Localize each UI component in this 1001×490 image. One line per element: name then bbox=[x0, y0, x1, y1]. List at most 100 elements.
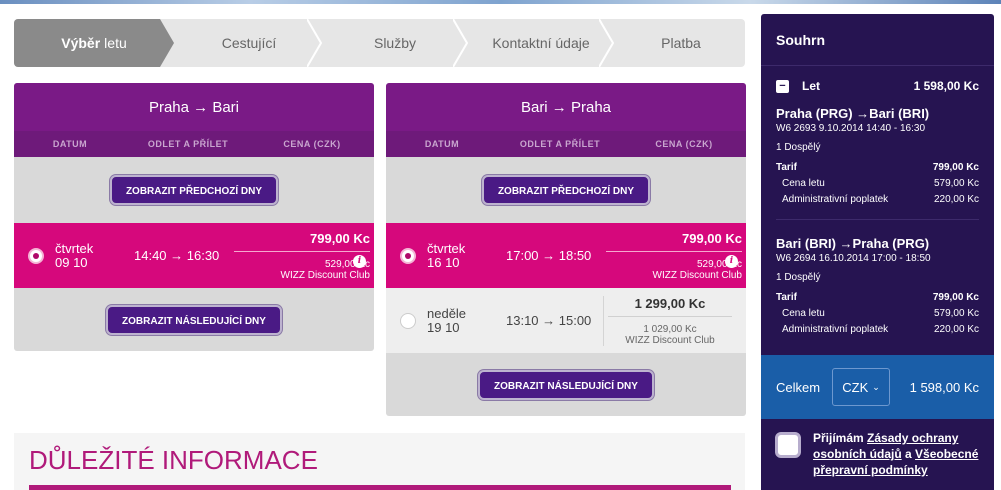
price-divider bbox=[606, 251, 742, 252]
tarif-label: Tarif bbox=[776, 162, 797, 173]
radio-icon[interactable] bbox=[400, 313, 416, 329]
step-label: Kontaktní údaje bbox=[492, 35, 590, 51]
panel-title: Bari → Praha bbox=[386, 83, 746, 131]
flight-times: 14:40 → 16:30 bbox=[134, 248, 220, 263]
step-label: letu bbox=[104, 35, 127, 51]
col-times: ODLET A PŘÍLET bbox=[519, 139, 601, 149]
step-label: Platba bbox=[661, 35, 701, 51]
important-info-section: DŮLEŽITÉ INFORMACE bbox=[14, 433, 745, 490]
club-price: 1 029,00 Kc bbox=[643, 324, 697, 335]
segment-passengers: 1 Dospělý bbox=[776, 272, 821, 283]
total-amount: 1 598,00 Kc bbox=[909, 379, 979, 395]
summary-panel: Souhrn − Let 1 598,00 Kc Praha (PRG) →Ba… bbox=[761, 14, 994, 490]
flight-label: Let bbox=[802, 79, 820, 93]
show-next-days-button[interactable]: ZOBRAZIT NÁSLEDUJÍCÍ DNY bbox=[106, 304, 282, 335]
flight-date: 09 10 bbox=[55, 255, 88, 270]
info-icon[interactable]: i bbox=[725, 255, 738, 268]
checkbox-icon[interactable] bbox=[775, 432, 801, 458]
segment-passengers: 1 Dospělý bbox=[776, 142, 821, 153]
col-price: CENA (CZK) bbox=[283, 139, 341, 149]
tarif-label: Tarif bbox=[776, 292, 797, 303]
summary-segment: Praha (PRG) →Bari (BRI) W6 2693 9.10.201… bbox=[776, 106, 979, 205]
fare-value: 579,00 Kc bbox=[933, 178, 979, 189]
flight-times: 13:10 → 15:00 bbox=[506, 313, 592, 328]
col-price: CENA (CZK) bbox=[655, 139, 713, 149]
fee-value: 220,00 Kc bbox=[933, 194, 979, 205]
show-previous-days-button[interactable]: ZOBRAZIT PŘEDCHOZÍ DNY bbox=[481, 175, 651, 205]
flight-date: 19 10 bbox=[427, 320, 460, 335]
col-date: DATUM bbox=[424, 139, 460, 149]
step-contact[interactable]: Kontaktní údaje bbox=[471, 19, 611, 67]
booking-steps: Výběr letu Cestující Služby Kontaktní úda… bbox=[14, 19, 745, 67]
segment-route: Bari (BRI) →Praha (PRG) bbox=[776, 236, 930, 251]
step-divider bbox=[599, 19, 615, 67]
fare-label: Cena letu bbox=[782, 308, 825, 319]
club-label: WIZZ Discount Club bbox=[625, 335, 715, 346]
segment-route: Praha (PRG) →Bari (BRI) bbox=[776, 106, 930, 121]
summary-title: Souhrn bbox=[761, 14, 994, 66]
flight-day: čtvrtek bbox=[427, 241, 466, 256]
club-price: 529,00 Kc bbox=[324, 259, 370, 270]
flight-day: čtvrtek bbox=[55, 241, 94, 256]
step-services[interactable]: Služby bbox=[325, 19, 465, 67]
segment-meta: W6 2694 16.10.2014 17:00 - 18:50 bbox=[776, 253, 931, 264]
top-decor-strip bbox=[0, 0, 1001, 4]
currency-select[interactable]: CZK ⌄ bbox=[832, 368, 891, 406]
terms-acceptance: Přijímám Zásady ochrany osobních údajů a… bbox=[775, 430, 986, 478]
step-flight-selection[interactable]: Výběr letu bbox=[14, 19, 174, 67]
flight-row[interactable]: čtvrtek 16 10 17:00 → 18:50 799,00 Kc 529… bbox=[386, 223, 746, 288]
flight-price: 799,00 Kc bbox=[310, 231, 370, 246]
price-divider bbox=[608, 316, 732, 317]
column-headers: DATUM ODLET A PŘÍLET CENA (CZK) bbox=[14, 131, 374, 157]
price-divider bbox=[234, 251, 370, 252]
column-headers: DATUM ODLET A PŘÍLET CENA (CZK) bbox=[386, 131, 746, 157]
club-label: WIZZ Discount Club bbox=[280, 270, 370, 281]
step-label: Cestující bbox=[221, 35, 277, 51]
fee-label: Administrativní poplatek bbox=[782, 194, 889, 205]
segment-divider bbox=[776, 219, 979, 220]
step-payment[interactable]: Platba bbox=[617, 19, 745, 67]
club-price: 529,00 Kc bbox=[696, 259, 742, 270]
currency-value: CZK bbox=[842, 379, 869, 395]
outbound-flight-panel: Praha → Bari DATUM ODLET A PŘÍLET CENA (… bbox=[14, 83, 374, 351]
flight-price: 799,00 Kc bbox=[682, 231, 742, 246]
col-times: ODLET A PŘÍLET bbox=[147, 139, 229, 149]
radio-icon[interactable] bbox=[400, 248, 416, 264]
flight-summary-header: − Let 1 598,00 Kc bbox=[776, 76, 979, 96]
show-next-days-button[interactable]: ZOBRAZIT NÁSLEDUJÍCÍ DNY bbox=[478, 369, 654, 400]
flight-row[interactable]: neděle 19 10 13:10 → 15:00 1 299,00 Kc 1 … bbox=[386, 288, 746, 353]
col-date: DATUM bbox=[52, 139, 88, 149]
step-label-bold: Výběr bbox=[61, 35, 101, 51]
show-previous-days-button[interactable]: ZOBRAZIT PŘEDCHOZÍ DNY bbox=[109, 175, 279, 205]
summary-total: Celkem CZK ⌄ 1 598,00 Kc bbox=[761, 355, 994, 419]
panel-title: Praha → Bari bbox=[14, 83, 374, 131]
flight-price: 1 299,00 Kc bbox=[634, 296, 706, 311]
terms-mid: a bbox=[905, 447, 912, 461]
flight-times: 17:00 → 18:50 bbox=[506, 248, 592, 263]
flight-total: 1 598,00 Kc bbox=[913, 79, 979, 93]
terms-text: Přijímám Zásady ochrany osobních údajů a… bbox=[813, 430, 986, 478]
cell-divider bbox=[603, 296, 604, 346]
important-info-title: DŮLEŽITÉ INFORMACE bbox=[29, 445, 318, 475]
club-label: WIZZ Discount Club bbox=[652, 270, 742, 281]
flight-row[interactable]: čtvrtek 09 10 14:40 → 16:30 799,00 Kc 529… bbox=[14, 223, 374, 288]
chevron-down-icon: ⌄ bbox=[872, 381, 880, 392]
radio-icon[interactable] bbox=[28, 248, 44, 264]
flight-day: neděle bbox=[427, 306, 467, 321]
fee-label: Administrativní poplatek bbox=[782, 324, 889, 335]
total-label: Celkem bbox=[776, 379, 821, 395]
info-icon[interactable]: i bbox=[353, 255, 366, 268]
important-info-bar bbox=[29, 485, 731, 490]
step-passengers[interactable]: Cestující bbox=[179, 19, 319, 67]
step-divider bbox=[453, 19, 469, 67]
flight-date: 16 10 bbox=[427, 255, 460, 270]
fare-label: Cena letu bbox=[782, 178, 825, 189]
fare-value: 579,00 Kc bbox=[933, 308, 979, 319]
summary-segment: Bari (BRI) →Praha (PRG) W6 2694 16.10.20… bbox=[776, 236, 979, 335]
return-flight-panel: Bari → Praha DATUM ODLET A PŘÍLET CENA (… bbox=[386, 83, 746, 416]
step-label: Služby bbox=[373, 35, 417, 51]
minus-icon[interactable]: − bbox=[776, 79, 789, 93]
step-divider bbox=[307, 19, 323, 67]
tarif-value: 799,00 Kc bbox=[932, 162, 979, 173]
terms-prefix: Přijímám bbox=[813, 431, 864, 445]
